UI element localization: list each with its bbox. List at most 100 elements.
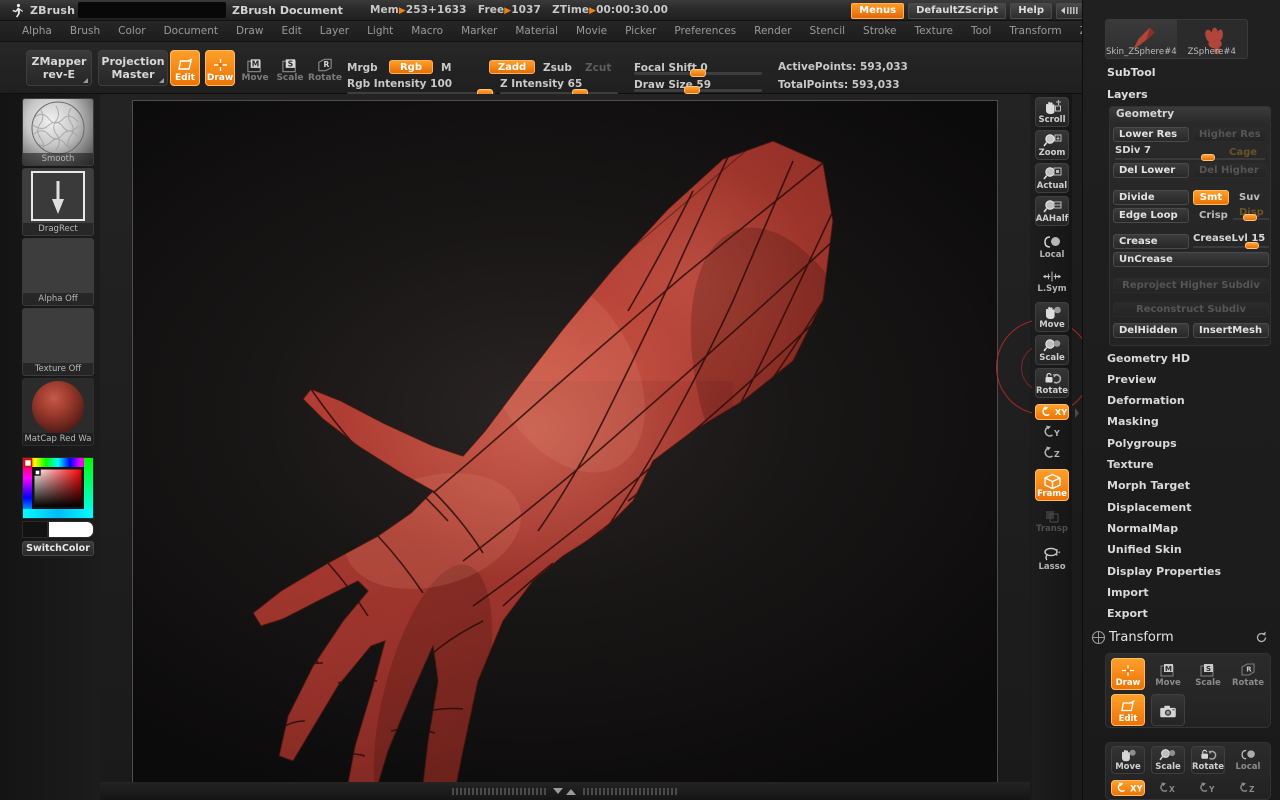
document-canvas[interactable] — [132, 100, 998, 800]
draw-mode-button[interactable]: Draw — [205, 50, 235, 86]
brush-palette-slot[interactable]: Smooth — [22, 98, 94, 166]
layers-section-header[interactable]: Layers — [1107, 88, 1148, 101]
frame-button[interactable]: Frame — [1035, 469, 1069, 501]
switch-color-button[interactable]: SwitchColor — [22, 541, 94, 556]
sdiv-slider-knob[interactable] — [1201, 154, 1215, 161]
cage-label[interactable]: Cage — [1223, 145, 1273, 160]
suv-button[interactable]: Suv — [1233, 190, 1267, 205]
rotate-gizmo-button[interactable]: Rotate — [1035, 368, 1069, 398]
section-preview[interactable]: Preview — [1107, 373, 1157, 386]
menu-item-preferences[interactable]: Preferences — [665, 25, 745, 37]
canvas-scroll-indicator[interactable] — [440, 787, 690, 796]
scroll-updown-icon[interactable] — [552, 787, 578, 796]
move-gizmo-button[interactable]: Move — [1035, 302, 1069, 332]
draw-size-knob[interactable] — [684, 86, 700, 94]
gizmo-move-button[interactable]: Move — [1111, 746, 1145, 774]
section-deformation[interactable]: Deformation — [1107, 394, 1185, 407]
right-tray-expand-icon[interactable] — [1073, 395, 1081, 431]
edge-loop-button[interactable]: Edge Loop — [1113, 208, 1189, 223]
sliders-left-icon[interactable] — [1056, 3, 1083, 19]
menu-item-color[interactable]: Color — [109, 25, 154, 37]
disp-slider-knob[interactable] — [1243, 214, 1257, 221]
zcut-label[interactable]: Zcut — [585, 62, 611, 74]
menus-button[interactable]: Menus — [851, 3, 904, 19]
section-morph-target[interactable]: Morph Target — [1107, 479, 1190, 492]
gizmo-local-button[interactable]: Local — [1231, 746, 1265, 774]
section-import[interactable]: Import — [1107, 586, 1149, 599]
menu-item-brush[interactable]: Brush — [61, 25, 109, 37]
section-display-properties[interactable]: Display Properties — [1107, 565, 1221, 578]
reconstruct-button[interactable]: Reconstruct Subdiv — [1113, 302, 1269, 317]
section-polygroups[interactable]: Polygroups — [1107, 437, 1177, 450]
menu-item-draw[interactable]: Draw — [227, 25, 272, 37]
section-masking[interactable]: Masking — [1107, 415, 1159, 428]
uncrease-button[interactable]: UnCrease — [1113, 252, 1269, 267]
gizmo-rotate-button[interactable]: Rotate — [1191, 746, 1225, 774]
rotate-mode-button[interactable]: R Rotate — [310, 50, 340, 86]
material-palette-slot[interactable]: MatCap Red Wa — [22, 378, 94, 446]
transform-header[interactable]: Transform — [1109, 630, 1174, 645]
scale-gizmo-button[interactable]: Scale — [1035, 335, 1069, 365]
menu-item-movie[interactable]: Movie — [567, 25, 616, 37]
section-export[interactable]: Export — [1107, 607, 1148, 620]
menu-item-marker[interactable]: Marker — [452, 25, 506, 37]
transform-edit-button[interactable]: Edit — [1111, 694, 1145, 726]
gizmo-rotate-x-button[interactable]: X — [1151, 780, 1185, 796]
lsym-button[interactable]: L.Sym — [1035, 266, 1069, 296]
projection-master-button[interactable]: Projection Master — [98, 50, 168, 86]
menu-item-transform[interactable]: Transform — [1000, 25, 1070, 37]
tool-thumb-skin-zsphere[interactable]: Skin_ZSphere#4 — [1106, 20, 1177, 58]
higher-res-button[interactable]: Higher Res — [1193, 127, 1267, 142]
zadd-button[interactable]: Zadd — [489, 60, 535, 74]
menu-item-tool[interactable]: Tool — [962, 25, 1000, 37]
texture-palette-slot[interactable]: Texture Off — [22, 308, 94, 376]
rotate-y-button[interactable]: Y — [1035, 423, 1069, 441]
gizmo-rotate-z-button[interactable]: Z — [1231, 780, 1265, 796]
transform-scale-button[interactable]: S Scale — [1191, 658, 1225, 690]
rotate-z-button[interactable]: Z — [1035, 444, 1069, 462]
color-swatches[interactable] — [22, 521, 94, 538]
gizmo-rotate-y-button[interactable]: Y — [1191, 780, 1225, 796]
del-hidden-button[interactable]: DelHidden — [1113, 323, 1189, 338]
focal-shift-slider[interactable] — [634, 72, 762, 75]
zscript-button[interactable]: DefaultZScript — [908, 3, 1006, 19]
mrgb-label[interactable]: Mrgb — [347, 62, 378, 74]
move-mode-button[interactable]: M Move — [240, 50, 270, 86]
menu-item-stroke[interactable]: Stroke — [854, 25, 905, 37]
menu-item-light[interactable]: Light — [358, 25, 402, 37]
alpha-palette-slot[interactable]: Alpha Off — [22, 238, 94, 306]
lasso-button[interactable]: Lasso — [1035, 544, 1069, 574]
section-unified-skin[interactable]: Unified Skin — [1107, 543, 1182, 556]
section-displacement[interactable]: Displacement — [1107, 501, 1192, 514]
zsub-label[interactable]: Zsub — [543, 62, 572, 74]
subtool-section-header[interactable]: SubTool — [1107, 66, 1156, 79]
scroll-button[interactable]: Scroll — [1035, 97, 1069, 127]
rgb-button[interactable]: Rgb — [389, 60, 433, 74]
transform-draw-button[interactable]: Draw — [1111, 658, 1145, 690]
draw-size-slider[interactable] — [634, 89, 762, 92]
transform-snapshot-button[interactable] — [1151, 694, 1185, 726]
menu-item-macro[interactable]: Macro — [402, 25, 452, 37]
xyz-button[interactable]: XYZ — [1035, 404, 1069, 420]
menu-item-alpha[interactable]: Alpha — [0, 25, 61, 37]
lower-res-button[interactable]: Lower Res — [1113, 127, 1189, 142]
reproject-button[interactable]: Reproject Higher Subdiv — [1113, 278, 1269, 293]
smt-button[interactable]: Smt — [1193, 190, 1229, 205]
actual-button[interactable]: Actual — [1035, 163, 1069, 193]
zmapper-button[interactable]: ZMapper rev-E — [26, 50, 92, 86]
local-button[interactable]: Local — [1035, 232, 1069, 262]
crisp-button[interactable]: Crisp — [1193, 208, 1229, 223]
help-button[interactable]: Help — [1010, 3, 1052, 19]
crease-lvl-knob[interactable] — [1245, 242, 1259, 249]
tool-thumb-zsphere[interactable]: ZSphere#4 — [1177, 20, 1248, 58]
section-geometry-hd[interactable]: Geometry HD — [1107, 352, 1190, 365]
menu-item-stencil[interactable]: Stencil — [801, 25, 855, 37]
menu-item-document[interactable]: Document — [155, 25, 227, 37]
focal-shift-knob[interactable] — [690, 69, 706, 77]
aahalf-button[interactable]: AAHalf — [1035, 196, 1069, 226]
color-picker[interactable] — [22, 457, 94, 519]
geometry-section-header[interactable]: Geometry — [1109, 107, 1271, 122]
primary-color-swatch[interactable] — [22, 521, 48, 538]
secondary-color-swatch[interactable] — [48, 521, 94, 538]
del-higher-button[interactable]: Del Higher — [1193, 163, 1267, 178]
